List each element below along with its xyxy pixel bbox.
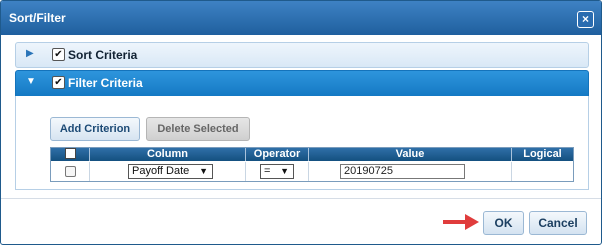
row-checkbox[interactable] (65, 166, 76, 177)
add-criterion-button[interactable]: Add Criterion (50, 117, 140, 141)
delete-selected-button[interactable]: Delete Selected (146, 117, 250, 141)
sort-criteria-header[interactable]: ▶ ✔ Sort Criteria (15, 42, 589, 68)
chevron-down-icon: ▼ (280, 166, 289, 176)
logical-header: Logical (523, 148, 562, 160)
filter-criteria-checkbox[interactable]: ✔ (52, 76, 65, 89)
grid-header-row: Column Operator Value Logical (51, 147, 573, 161)
collapse-arrow-icon[interactable]: ▼ (26, 76, 36, 87)
operator-header: Operator (246, 148, 309, 161)
row-select-cell (51, 162, 90, 181)
column-select[interactable]: Payoff Date ▼ (128, 164, 213, 179)
filter-criteria-label: Filter Criteria (68, 76, 143, 90)
operator-select[interactable]: = ▼ (260, 164, 294, 179)
criteria-grid: Column Operator Value Logical Payoff Dat… (50, 147, 574, 182)
operator-select-value: = (264, 165, 271, 177)
filter-criteria-header[interactable]: ▼ ✔ Filter Criteria (15, 70, 589, 97)
select-all-cell (51, 147, 90, 161)
column-header: Column (90, 148, 246, 161)
expand-arrow-icon[interactable]: ▶ (26, 48, 34, 59)
close-icon[interactable]: × (577, 11, 594, 28)
dialog-title: Sort/Filter (9, 11, 66, 25)
filter-criteria-panel: Add Criterion Delete Selected Column Ope… (15, 96, 589, 190)
value-header: Value (309, 148, 512, 161)
red-arrow-annotation-icon (443, 214, 479, 230)
value-input[interactable]: 20190725 (340, 164, 465, 179)
ok-button[interactable]: OK (483, 211, 524, 235)
table-row: Payoff Date ▼ = ▼ 20190725 (51, 162, 573, 181)
footer-divider (1, 198, 601, 199)
sort-criteria-label: Sort Criteria (68, 48, 138, 62)
column-select-value: Payoff Date (132, 165, 190, 177)
cancel-button[interactable]: Cancel (529, 211, 587, 235)
select-all-checkbox[interactable] (64, 147, 76, 159)
logical-cell[interactable] (512, 162, 573, 181)
sort-criteria-checkbox[interactable]: ✔ (52, 48, 65, 61)
dialog-title-bar: Sort/Filter × (1, 1, 601, 35)
sort-filter-dialog: Sort/Filter × ▶ ✔ Sort Criteria ▼ ✔ Filt… (0, 0, 602, 245)
chevron-down-icon: ▼ (199, 166, 208, 176)
